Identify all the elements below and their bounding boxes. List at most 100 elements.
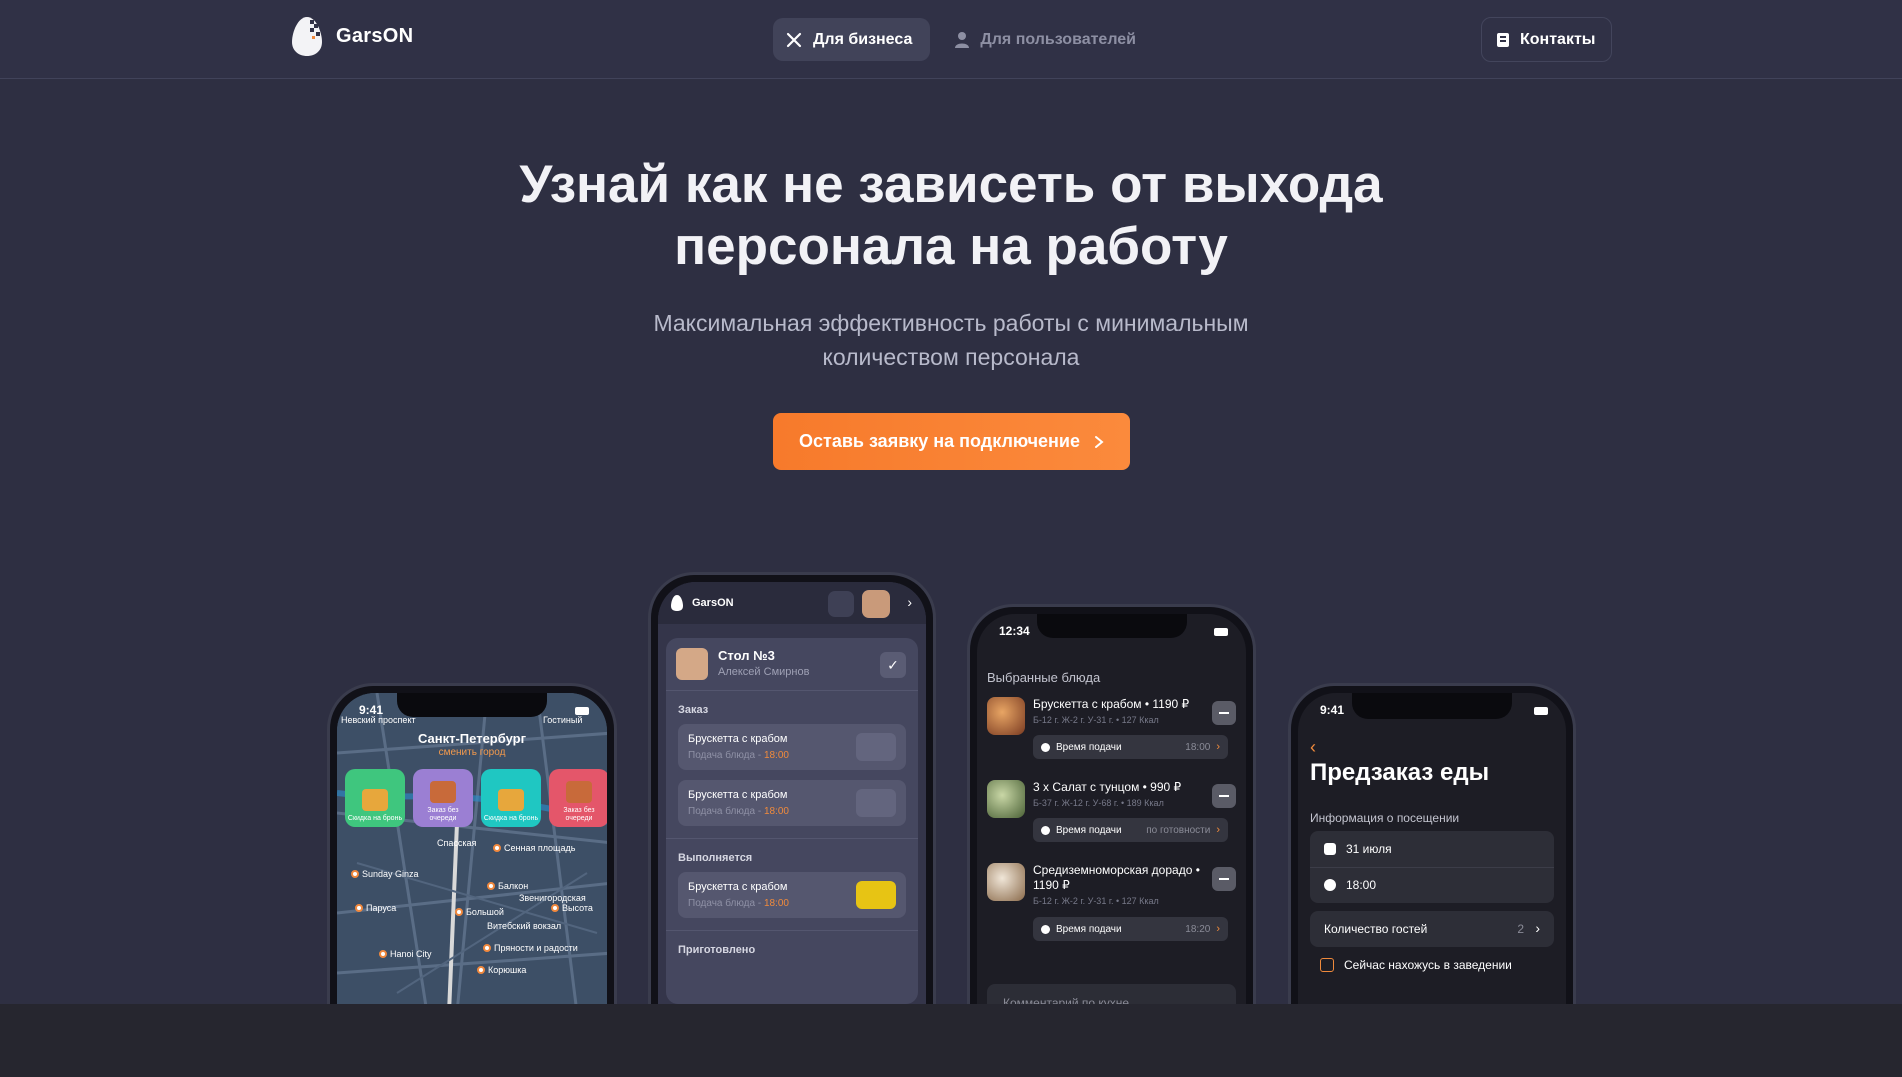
- dish-nutrition: Б-12 г. Ж-2 г. У-31 г. • 127 Ккал: [1033, 715, 1159, 725]
- back-arrow-icon[interactable]: ‹: [1310, 737, 1316, 758]
- burger-icon: [430, 781, 456, 803]
- main-nav: Для бизнеса Для пользователей: [773, 18, 1154, 61]
- time-value: 18:00: [1346, 878, 1377, 892]
- hero-subtitle: Максимальная эффективность работы с мини…: [551, 306, 1351, 374]
- package-icon: [498, 789, 524, 811]
- time-label: Подача блюда -: [688, 898, 762, 909]
- map-poi[interactable]: Пряности и радости: [483, 943, 578, 953]
- dish-name: Средиземноморская дорадо • 1190 ₽: [1033, 863, 1200, 892]
- map-poi[interactable]: Высота: [551, 903, 593, 913]
- order-item[interactable]: Брускетта с крабом Подача блюда - 18:00: [678, 872, 906, 918]
- clock-icon: [1041, 742, 1050, 752]
- bell-icon[interactable]: [828, 591, 854, 617]
- change-city-link[interactable]: сменить город: [337, 747, 607, 758]
- hero-subtitle-line-2: количеством персонала: [822, 344, 1080, 370]
- time-value: 18:00: [763, 806, 789, 817]
- date-row[interactable]: 31 июля: [1324, 842, 1392, 856]
- order-item-name: Брускетта с крабом: [688, 733, 788, 745]
- promo-card[interactable]: Скидка на бронь: [345, 769, 405, 827]
- city-map: 9:41 Санкт-Петербург сменить город Скидк…: [337, 693, 607, 1004]
- guests-label: Количество гостей: [1324, 922, 1428, 936]
- city-name: Санкт-Петербург: [417, 731, 527, 746]
- kitchen-comment-input[interactable]: Комментарий по кухне: [987, 984, 1236, 1004]
- poi-label: Sunday Ginza: [362, 869, 419, 879]
- map-poi[interactable]: Корюшка: [477, 965, 526, 975]
- in-venue-label: Сейчас нахожусь в заведении: [1344, 958, 1512, 972]
- map-poi[interactable]: Сенная площадь: [493, 843, 575, 853]
- cta-label: Оставь заявку на подключение: [799, 431, 1080, 451]
- map-poi[interactable]: Витебский вокзал: [487, 921, 561, 931]
- poi-label: Витебский вокзал: [487, 921, 562, 931]
- egg-logo-icon: [671, 595, 683, 611]
- dish-name: 3 х Салат с тунцом • 990 ₽: [1033, 780, 1182, 794]
- site-header: GarsON Для бизнеса Для пользователей Кон…: [0, 0, 1902, 79]
- map-poi[interactable]: Hanoi City: [379, 949, 432, 959]
- nav-users-label: Для пользователей: [980, 30, 1137, 48]
- cta-connect-button[interactable]: Оставь заявку на подключение: [773, 413, 1130, 470]
- footer-strip: [0, 1004, 1902, 1077]
- table-card: Стол №3 Алексей Смирнов ✓ Заказ Брускетт…: [666, 638, 918, 1004]
- poi-marker-icon: [351, 870, 359, 878]
- phone-waiter-mockup: GarsON › Стол №3 Алексей Смирнов ✓ Заказ…: [648, 572, 936, 1004]
- map-poi[interactable]: Парусa: [355, 903, 396, 913]
- checkbox[interactable]: [1320, 958, 1334, 972]
- minus-button[interactable]: [1212, 701, 1236, 725]
- serve-time-row[interactable]: Время подачи 18:00 ›: [1033, 735, 1228, 759]
- check-icon[interactable]: ✓: [880, 652, 906, 678]
- order-item-time: Подача блюда - 18:00: [688, 750, 789, 761]
- serve-time-row[interactable]: Время подачи по готовности ›: [1033, 818, 1228, 842]
- avatar[interactable]: [862, 590, 890, 618]
- package-icon: [362, 789, 388, 811]
- chef-hat-icon[interactable]: [856, 881, 896, 909]
- poi-marker-icon: [551, 904, 559, 912]
- poi-label: Парусa: [366, 903, 397, 913]
- order-item[interactable]: Брускетта с крабом Подача блюда - 18:00: [678, 724, 906, 770]
- time-value: 18:00: [763, 750, 789, 761]
- divider: [666, 838, 918, 839]
- chevron-right-icon: [1094, 435, 1104, 448]
- in-venue-checkbox[interactable]: Сейчас нахожусь в заведении: [1320, 958, 1512, 972]
- dish-nutrition: Б-37 г. Ж-12 г. У-68 г. • 189 Ккал: [1033, 798, 1164, 808]
- map-poi[interactable]: Sunday Ginza: [351, 869, 419, 879]
- status-bar: 9:41: [1320, 703, 1548, 719]
- logo-text: GarsON: [336, 24, 414, 47]
- poi-marker-icon: [487, 882, 495, 890]
- chevron-right-icon[interactable]: ›: [907, 594, 912, 610]
- minus-button[interactable]: [1212, 784, 1236, 808]
- promo-card[interactable]: Заказ без очереди: [549, 769, 607, 827]
- map-poi[interactable]: Спасская: [437, 838, 476, 848]
- serve-cloche-icon[interactable]: [856, 789, 896, 817]
- poi-marker-icon: [379, 950, 387, 958]
- promo-label: Заказ без очереди: [563, 807, 595, 822]
- chevron-right-icon: ›: [1216, 824, 1220, 836]
- map-poi[interactable]: Звенигородская: [519, 893, 586, 903]
- nav-business-tab[interactable]: Для бизнеса: [773, 18, 931, 61]
- guests-count-row[interactable]: Количество гостей 2 ›: [1310, 911, 1554, 947]
- status-time: 9:41: [359, 703, 384, 717]
- promo-card[interactable]: Заказ без очереди: [413, 769, 473, 827]
- promo-card[interactable]: Скидка на бронь: [481, 769, 541, 827]
- section-order: Заказ: [678, 704, 709, 716]
- contacts-button[interactable]: Контакты: [1481, 17, 1612, 62]
- minus-button[interactable]: [1212, 867, 1236, 891]
- order-item[interactable]: Брускетта с крабом Подача блюда - 18:00: [678, 780, 906, 826]
- chevron-right-icon: ›: [1535, 920, 1540, 936]
- dish-nutrition: Б-12 г. Ж-2 г. У-31 г. • 127 Ккал: [1033, 896, 1159, 906]
- contacts-book-icon: [1497, 32, 1509, 47]
- hero-title-line-1: Узнай как не зависеть от выхода: [519, 155, 1383, 214]
- nav-users-tab[interactable]: Для пользователей: [942, 18, 1154, 61]
- serve-time-row[interactable]: Время подачи 18:20 ›: [1033, 917, 1228, 941]
- preorder-title: Предзаказ еды: [1310, 759, 1490, 786]
- map-poi[interactable]: Большой: [455, 907, 504, 917]
- serve-cloche-icon[interactable]: [856, 733, 896, 761]
- map-poi[interactable]: Балкон: [487, 881, 528, 891]
- dish-image: [987, 697, 1025, 735]
- clock-icon: [1324, 879, 1336, 891]
- visit-info-box: 31 июля 18:00: [1310, 831, 1554, 903]
- burger-icon: [566, 781, 592, 803]
- logo[interactable]: GarsON: [290, 14, 413, 58]
- time-row[interactable]: 18:00: [1324, 878, 1376, 892]
- table-number: Стол №3: [718, 648, 775, 663]
- order-item-name: Брускетта с крабом: [688, 789, 788, 801]
- promo-row: Скидка на бронь Заказ без очереди Скидка…: [345, 769, 607, 827]
